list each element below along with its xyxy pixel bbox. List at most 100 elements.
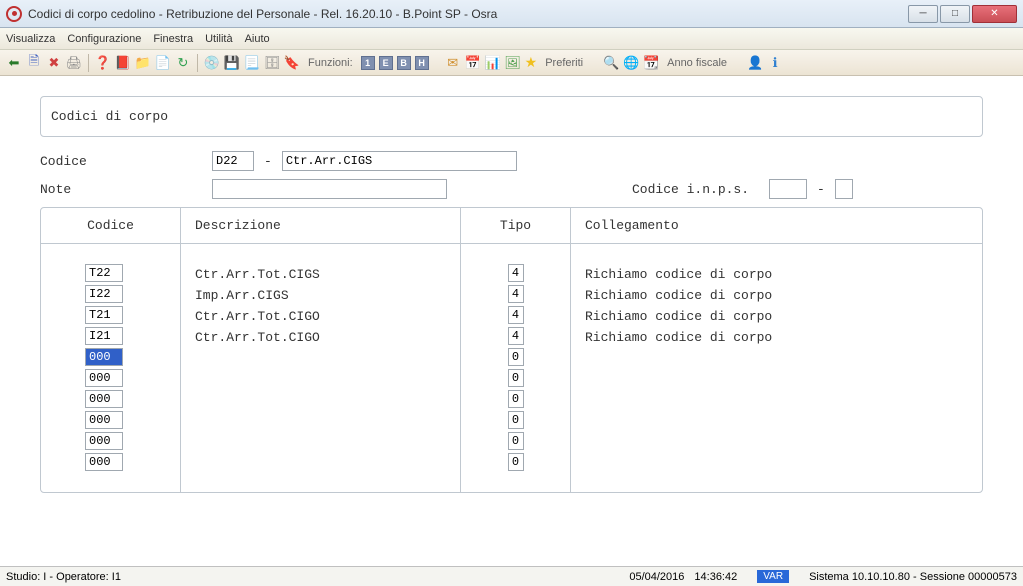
fn-f2-icon[interactable]: E — [379, 56, 393, 70]
status-session: Sistema 10.10.10.80 - Sessione 00000573 — [809, 571, 1017, 583]
dash-sep: - — [264, 154, 272, 169]
grid-col-link: Collegamento Richiamo codice di corpoRic… — [571, 208, 982, 492]
grid-desc-cell — [195, 348, 446, 369]
grid-code-cell[interactable] — [85, 264, 123, 282]
favorites-label[interactable]: Preferiti — [545, 57, 583, 69]
grid-type-cell[interactable] — [508, 285, 524, 303]
app-icon — [6, 6, 22, 22]
search-icon[interactable]: 🔍 — [603, 55, 619, 71]
grid-desc-cell: Ctr.Arr.Tot.CIGO — [195, 306, 446, 327]
note-label: Note — [40, 182, 212, 197]
grid-code-cell[interactable] — [85, 453, 123, 471]
grid-code-cell[interactable] — [85, 390, 123, 408]
mail-icon[interactable]: ✉ — [445, 55, 461, 71]
grid-header-code: Codice — [41, 208, 180, 244]
menu-utilita[interactable]: Utilità — [205, 33, 233, 45]
grid-type-cell[interactable] — [508, 264, 524, 282]
grid-link-cell: Richiamo codice di corpo — [585, 327, 968, 348]
menu-finestra[interactable]: Finestra — [153, 33, 193, 45]
menubar: Visualizza Configurazione Finestra Utili… — [0, 28, 1023, 50]
info-icon[interactable]: ℹ — [767, 55, 783, 71]
grid-code-cell[interactable] — [85, 348, 123, 366]
section-title: Codici di corpo — [51, 109, 168, 124]
grid-link-cell — [585, 411, 968, 432]
disk-icon[interactable]: 💿 — [204, 55, 220, 71]
grid-type-cell[interactable] — [508, 369, 524, 387]
user-icon[interactable]: 👤 — [747, 55, 763, 71]
grid-type-cell[interactable] — [508, 390, 524, 408]
data-grid: Codice Descrizione Ctr.Arr.Tot.CIGSImp.A… — [40, 207, 983, 493]
grid-header-desc: Descrizione — [181, 208, 460, 244]
statusbar: Studio: I - Operatore: I1 05/04/2016 14:… — [0, 566, 1023, 586]
favorites-icon[interactable]: ★ — [525, 54, 538, 71]
grid-code-cell[interactable] — [85, 411, 123, 429]
fiscal-year-label[interactable]: Anno fiscale — [667, 57, 727, 69]
minimize-button[interactable]: ─ — [908, 5, 938, 23]
grid-type-cell[interactable] — [508, 306, 524, 324]
grid-link-cell: Richiamo codice di corpo — [585, 285, 968, 306]
exit-icon[interactable]: ⬅ — [6, 55, 22, 71]
grid-col-type: Tipo — [461, 208, 571, 492]
status-date: 05/04/2016 — [629, 571, 684, 583]
window-title: Codici di corpo cedolino - Retribuzione … — [28, 7, 908, 21]
grid-header-type: Tipo — [461, 208, 570, 244]
globe-icon[interactable]: 🌐 — [623, 55, 639, 71]
grid-link-cell — [585, 348, 968, 369]
grid-type-cell[interactable] — [508, 411, 524, 429]
inps-suffix-input[interactable] — [835, 179, 853, 199]
tag-icon[interactable]: 🔖 — [284, 55, 300, 71]
book-icon[interactable]: 📕 — [115, 55, 131, 71]
grid-code-cell[interactable] — [85, 327, 123, 345]
disk2-icon[interactable]: 💾 — [224, 55, 240, 71]
menu-aiuto[interactable]: Aiuto — [245, 33, 270, 45]
grid-header-link: Collegamento — [571, 208, 982, 244]
page-icon[interactable]: 📃 — [244, 55, 260, 71]
archive-icon[interactable]: 🗄 — [264, 55, 280, 71]
inps-input[interactable] — [769, 179, 807, 199]
grid-desc-cell — [195, 369, 446, 390]
grid-desc-cell — [195, 411, 446, 432]
grid-code-cell[interactable] — [85, 285, 123, 303]
refresh-icon[interactable]: ↻ — [175, 55, 191, 71]
calendar-icon[interactable]: 📅 — [465, 55, 481, 71]
grid-desc-cell: Ctr.Arr.Tot.CIGO — [195, 327, 446, 348]
code-row: Codice - — [40, 151, 983, 171]
fn-f1-icon[interactable]: 1 — [361, 56, 375, 70]
grid-col-desc: Descrizione Ctr.Arr.Tot.CIGSImp.Arr.CIGS… — [181, 208, 461, 492]
code-desc-input[interactable] — [282, 151, 517, 171]
fn-f4-icon[interactable]: H — [415, 56, 429, 70]
fn-f3-icon[interactable]: B — [397, 56, 411, 70]
folder-icon[interactable]: 📁 — [135, 55, 151, 71]
grid-desc-cell: Ctr.Arr.Tot.CIGS — [195, 264, 446, 285]
code-label: Codice — [40, 154, 212, 169]
grid-type-cell[interactable] — [508, 327, 524, 345]
grid-link-cell — [585, 369, 968, 390]
window-controls: ─ □ ✕ — [908, 5, 1017, 23]
grid-desc-cell: Imp.Arr.CIGS — [195, 285, 446, 306]
calendar2-icon[interactable]: 📆 — [643, 55, 659, 71]
help-icon[interactable]: ❓ — [95, 55, 111, 71]
menu-visualizza[interactable]: Visualizza — [6, 33, 55, 45]
functions-label: Funzioni: — [308, 57, 353, 69]
grid-type-cell[interactable] — [508, 348, 524, 366]
grid-type-cell[interactable] — [508, 453, 524, 471]
inps-label: Codice i.n.p.s. — [632, 182, 749, 197]
note-input[interactable] — [212, 179, 447, 199]
menu-configurazione[interactable]: Configurazione — [67, 33, 141, 45]
print-icon[interactable]: 🖨 — [66, 55, 82, 71]
grid-type-cell[interactable] — [508, 432, 524, 450]
document-icon[interactable]: 🗎 — [26, 55, 42, 71]
grid-link-cell: Richiamo codice di corpo — [585, 306, 968, 327]
grid-desc-cell — [195, 432, 446, 453]
grid-code-cell[interactable] — [85, 432, 123, 450]
maximize-button[interactable]: □ — [940, 5, 970, 23]
grid-code-cell[interactable] — [85, 306, 123, 324]
delete-icon[interactable]: ✖ — [46, 55, 62, 71]
chart-icon[interactable]: 📊 — [485, 55, 501, 71]
close-button[interactable]: ✕ — [972, 5, 1017, 23]
grid-code-cell[interactable] — [85, 369, 123, 387]
image-icon[interactable]: 🖼 — [505, 55, 521, 71]
status-operator: Studio: I - Operatore: I1 — [6, 571, 629, 583]
code-input[interactable] — [212, 151, 254, 171]
copy-icon[interactable]: 📄 — [155, 55, 171, 71]
